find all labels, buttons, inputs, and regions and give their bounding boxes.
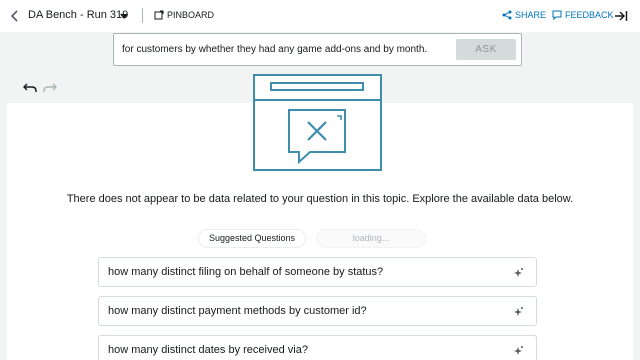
undo-icon[interactable] [23, 82, 37, 94]
share-label: SHARE [515, 10, 547, 20]
sparkle-icon [514, 268, 523, 277]
suggested-question-item[interactable]: how many distinct filing on behalf of so… [98, 257, 537, 287]
suggested-question-text: how many distinct dates by received via? [108, 344, 308, 356]
ask-button[interactable]: ASK [456, 39, 516, 60]
share-icon [502, 10, 512, 20]
suggested-question-item[interactable]: how many distinct dates by received via? [98, 335, 537, 360]
feedback-label: FEEDBACK [565, 10, 614, 20]
caret-down-icon[interactable] [119, 11, 129, 21]
sparkle-icon [514, 346, 523, 355]
chevron-left-icon[interactable] [8, 8, 22, 24]
suggested-questions-label: Suggested Questions [198, 229, 306, 248]
suggested-question-text: how many distinct filing on behalf of so… [108, 266, 384, 278]
feedback-button[interactable]: FEEDBACK [552, 10, 614, 20]
top-bar: DA Bench - Run 319 PINBOARD SHARE FEEDBA… [0, 0, 640, 32]
pinboard-icon [154, 10, 164, 20]
suggested-question-item[interactable]: how many distinct payment methods by cus… [98, 296, 537, 326]
sparkle-icon [514, 307, 523, 316]
redo-icon[interactable] [43, 82, 57, 94]
query-input[interactable]: for customers by whether they had any ga… [122, 44, 452, 55]
suggested-question-text: how many distinct payment methods by cus… [108, 305, 367, 317]
pinboard-label: PINBOARD [167, 10, 215, 20]
collapse-panel-icon[interactable] [614, 9, 628, 23]
no-data-illustration-icon [253, 74, 382, 171]
share-button[interactable]: SHARE [502, 10, 546, 20]
loading-indicator: loading... [316, 229, 426, 248]
header-divider [142, 8, 143, 23]
query-bar: for customers by whether they had any ga… [113, 33, 522, 66]
app-title: DA Bench - Run 319 [28, 9, 129, 21]
feedback-icon [552, 10, 562, 20]
pinboard-button[interactable]: PINBOARD [154, 10, 214, 20]
no-data-message: There does not appear to be data related… [66, 193, 574, 205]
